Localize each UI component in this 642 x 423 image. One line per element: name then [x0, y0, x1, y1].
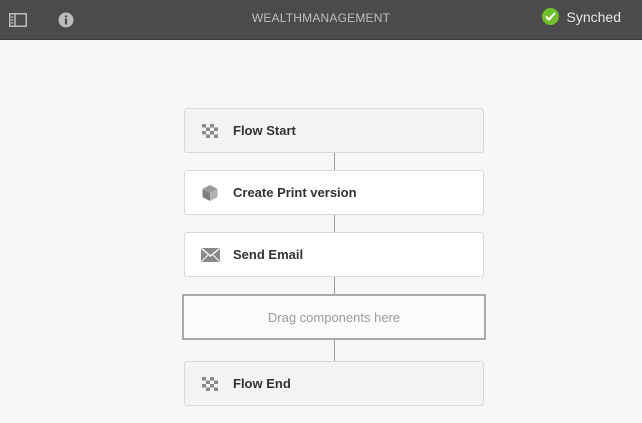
cube-icon [200, 183, 220, 203]
connector-line [334, 340, 335, 361]
send-email-step[interactable]: Send Email [184, 232, 484, 277]
sync-status-label: Synched [566, 8, 621, 25]
flow-start-step[interactable]: Flow Start [184, 108, 484, 153]
step-label: Create Print version [233, 185, 357, 200]
step-label: Send Email [233, 247, 304, 262]
flow-end-icon [200, 374, 220, 394]
envelope-icon [200, 245, 220, 265]
top-bar: WEALTHMANAGEMENT Synched [0, 0, 642, 40]
create-print-version-step[interactable]: Create Print version [184, 170, 484, 215]
flow-start-icon [200, 121, 220, 141]
connector-line [334, 215, 335, 232]
sync-status: Synched [541, 8, 621, 25]
drop-zone-hint: Drag components here [267, 309, 401, 325]
connector-line [334, 277, 335, 294]
connector-line [334, 153, 335, 170]
component-drop-zone[interactable]: Drag components here [182, 294, 486, 340]
flow-end-step[interactable]: Flow End [184, 361, 484, 406]
check-circle-icon [541, 8, 559, 25]
step-label: Flow Start [233, 123, 296, 138]
step-label: Flow End [233, 376, 291, 391]
flow-canvas: Flow Start Create Print version Send Ema… [0, 40, 642, 423]
